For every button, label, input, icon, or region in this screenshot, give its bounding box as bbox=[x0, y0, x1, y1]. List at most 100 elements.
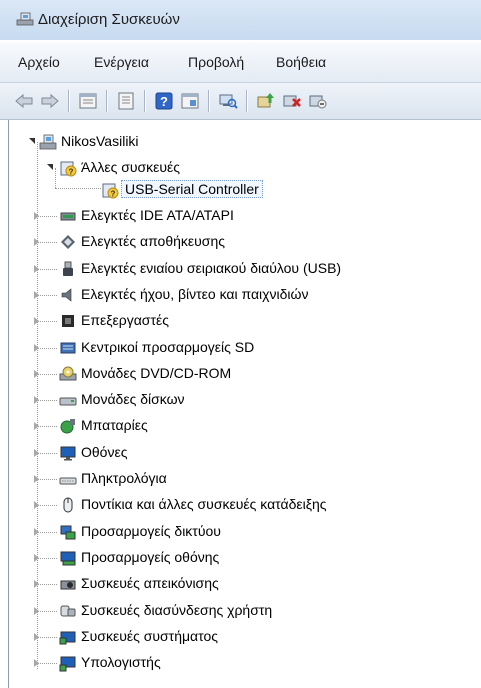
tree-category-row[interactable]: Μονάδες δίσκων bbox=[9, 388, 481, 412]
expand-arrow-icon[interactable] bbox=[34, 607, 39, 615]
system-device-icon bbox=[59, 631, 76, 645]
tree-item-label: Μονάδες DVD/CD-ROM bbox=[81, 365, 232, 381]
expand-arrow-icon[interactable] bbox=[34, 291, 39, 299]
tree-root[interactable]: NikosVasiliki bbox=[9, 130, 481, 154]
tree-connector bbox=[37, 611, 57, 612]
expand-arrow-icon[interactable] bbox=[34, 212, 39, 220]
expand-arrow-icon[interactable] bbox=[34, 449, 39, 457]
tree-connector bbox=[37, 558, 57, 559]
svg-text:?: ? bbox=[69, 168, 74, 177]
tree-category-row[interactable]: Μονάδες DVD/CD-ROM bbox=[9, 362, 481, 386]
device-tree: NikosVasiliki ? Άλλες συσκευές ? USB-Ser… bbox=[8, 120, 481, 688]
tree-connector bbox=[37, 532, 57, 533]
network-adapter-icon bbox=[60, 525, 76, 540]
tree-category-row[interactable]: Ελεγκτές αποθήκευσης bbox=[9, 230, 481, 254]
toolbar-separator bbox=[246, 90, 247, 112]
tree-category-row[interactable]: Ποντίκια και άλλες συσκευές κατάδειξης bbox=[9, 493, 481, 517]
tree-category-row[interactable]: Μπαταρίες bbox=[9, 414, 481, 438]
tree-item-label: Κεντρικοί προσαρμογείς SD bbox=[81, 339, 255, 355]
processor-icon bbox=[62, 315, 74, 327]
menu-help[interactable]: Βοήθεια bbox=[276, 54, 326, 70]
expand-arrow-icon[interactable] bbox=[34, 422, 39, 430]
unknown-device-icon: ? bbox=[102, 183, 119, 199]
tree-item-label: Ποντίκια και άλλες συσκευές κατάδειξης bbox=[81, 496, 327, 512]
expand-arrow-icon[interactable] bbox=[34, 475, 39, 483]
tree-category-row[interactable]: Συσκευές διασύνδεσης χρήστη bbox=[9, 599, 481, 623]
tree-category-row[interactable]: Ελεγκτές ήχου, βίντεο και παιχνιδιών bbox=[9, 283, 481, 307]
tree-category-row[interactable]: Ελεγκτές IDE ATA/ATAPI bbox=[9, 204, 481, 228]
sd-host-icon bbox=[60, 342, 76, 354]
tree-category-row[interactable]: Ελεγκτές ενιαίου σειριακού διαύλου (USB) bbox=[9, 257, 481, 281]
tree-connector bbox=[37, 348, 57, 349]
tree-root-label: NikosVasiliki bbox=[61, 133, 139, 149]
disk-drive-icon bbox=[59, 397, 77, 406]
tree-category-row[interactable]: Οθόνες bbox=[9, 441, 481, 465]
expand-arrow-icon[interactable] bbox=[34, 580, 39, 588]
expand-arrow-icon[interactable] bbox=[34, 238, 39, 246]
tree-connector bbox=[37, 663, 57, 664]
tree-category-row[interactable]: Πληκτρολόγια bbox=[9, 467, 481, 491]
toolbar-separator bbox=[144, 90, 145, 112]
tree-item-label: Ελεγκτές IDE ATA/ATAPI bbox=[81, 207, 234, 223]
toolbar: ? bbox=[0, 83, 481, 120]
menu-action[interactable]: Ενέργεια bbox=[94, 54, 149, 70]
tree-item-label: Επεξεργαστές bbox=[81, 312, 169, 328]
tree-connector bbox=[37, 269, 57, 270]
back-arrow-icon[interactable] bbox=[14, 91, 34, 111]
tree-connector bbox=[37, 426, 57, 427]
tree-category-row[interactable]: Υπολογιστής bbox=[9, 651, 481, 675]
tree-connector bbox=[37, 216, 57, 217]
tree-connector bbox=[37, 374, 57, 375]
tree-category-row[interactable]: Επεξεργαστές bbox=[9, 309, 481, 333]
menu-file[interactable]: Αρχείο bbox=[18, 54, 60, 70]
keyboard-icon bbox=[59, 477, 77, 485]
speaker-icon bbox=[61, 288, 72, 302]
device-manager-icon bbox=[16, 12, 34, 26]
tree-item-label: Προσαρμογείς δικτύου bbox=[81, 523, 221, 539]
tree-category-row[interactable]: Προσαρμογείς οθόνης bbox=[9, 546, 481, 570]
tree-category-row[interactable]: Προσαρμογείς δικτύου bbox=[9, 520, 481, 544]
expand-arrow-icon[interactable] bbox=[34, 554, 39, 562]
tree-connector bbox=[37, 453, 57, 454]
usb-plug-icon bbox=[63, 261, 73, 276]
dvd-drive-icon bbox=[59, 366, 77, 381]
computer-root-icon bbox=[39, 134, 57, 150]
tree-connector bbox=[37, 400, 57, 401]
scan-hardware-icon[interactable] bbox=[218, 91, 238, 111]
tree-item-label: Μπαταρίες bbox=[81, 417, 148, 433]
action-icon[interactable] bbox=[180, 91, 200, 111]
expand-arrow-icon[interactable] bbox=[34, 633, 39, 641]
expand-arrow-icon[interactable] bbox=[34, 501, 39, 509]
tree-category-row[interactable]: Συσκευές συστήματος bbox=[9, 625, 481, 649]
tree-item-usb-serial-controller[interactable]: ? USB-Serial Controller bbox=[9, 178, 481, 202]
tree-category-row[interactable]: Συσκευές απεικόνισης bbox=[9, 572, 481, 596]
expand-arrow-icon[interactable] bbox=[34, 370, 39, 378]
menu-view[interactable]: Προβολή bbox=[188, 54, 244, 70]
tree-item-label: Οθόνες bbox=[81, 444, 128, 460]
expand-arrow-icon[interactable] bbox=[34, 396, 39, 404]
disable-icon[interactable] bbox=[308, 91, 328, 111]
expand-arrow-icon[interactable] bbox=[34, 344, 39, 352]
forward-arrow-icon[interactable] bbox=[40, 91, 60, 111]
expand-arrow-icon[interactable] bbox=[34, 265, 39, 273]
uninstall-icon[interactable] bbox=[282, 91, 302, 111]
toolbar-separator bbox=[106, 90, 107, 112]
tree-item-label: Ελεγκτές ήχου, βίντεο και παιχνιδιών bbox=[81, 286, 309, 302]
expand-arrow-icon[interactable] bbox=[34, 659, 39, 667]
svg-text:?: ? bbox=[160, 94, 168, 109]
help-icon[interactable]: ? bbox=[154, 91, 174, 111]
storage-controller-icon bbox=[61, 235, 75, 249]
title-bar: Διαχείριση Συσκευών bbox=[0, 0, 481, 40]
expand-arrow-icon[interactable] bbox=[34, 528, 39, 536]
tree-category-row[interactable]: Κεντρικοί προσαρμογείς SD bbox=[9, 336, 481, 360]
list-view-icon[interactable] bbox=[116, 91, 136, 111]
collapse-arrow-icon[interactable] bbox=[47, 164, 53, 170]
tree-item-other-devices[interactable]: ? Άλλες συσκευές bbox=[9, 156, 481, 180]
update-driver-icon[interactable] bbox=[256, 91, 276, 111]
toolbar-separator bbox=[208, 90, 209, 112]
battery-icon bbox=[60, 419, 75, 434]
tree-connector bbox=[37, 479, 57, 480]
collapse-arrow-icon[interactable] bbox=[29, 138, 35, 144]
expand-arrow-icon[interactable] bbox=[34, 317, 39, 325]
properties-icon[interactable] bbox=[78, 91, 98, 111]
